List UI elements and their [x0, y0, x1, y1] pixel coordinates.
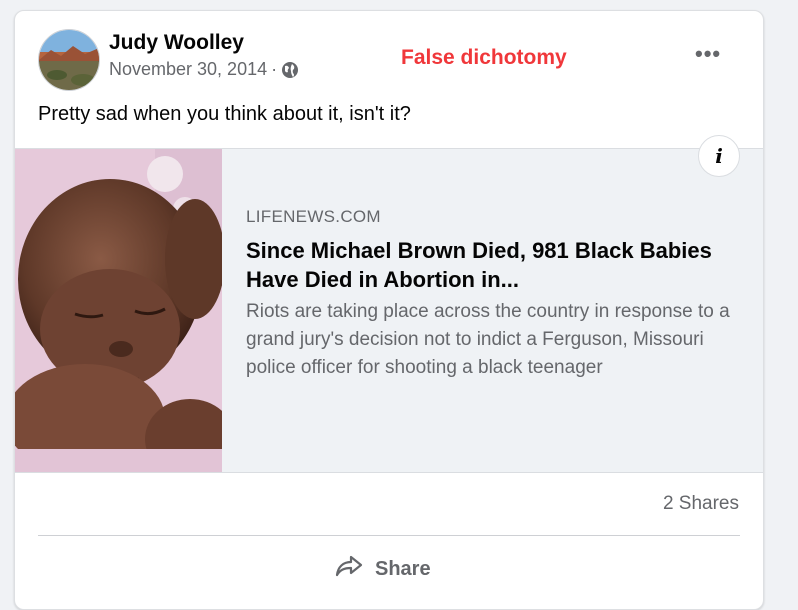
- post-card: Judy Woolley November 30, 2014 · False d…: [14, 10, 764, 610]
- info-icon[interactable]: i: [698, 135, 740, 177]
- link-description: Riots are taking place across the countr…: [246, 301, 730, 378]
- post-date[interactable]: November 30, 2014: [109, 59, 267, 80]
- link-thumbnail[interactable]: [15, 149, 222, 472]
- avatar[interactable]: [38, 29, 100, 91]
- post-text: Pretty sad when you think about it, isn'…: [38, 103, 411, 125]
- globe-icon: [281, 61, 299, 79]
- link-title[interactable]: Since Michael Brown Died, 981 Black Babi…: [246, 236, 736, 294]
- divider: [38, 535, 740, 536]
- share-icon: [335, 554, 363, 584]
- link-preview[interactable]: LIFENEWS.COM Since Michael Brown Died, 9…: [15, 148, 763, 473]
- link-text-block[interactable]: LIFENEWS.COM Since Michael Brown Died, 9…: [246, 207, 736, 382]
- post-meta: November 30, 2014 ·: [109, 59, 299, 80]
- link-domain: LIFENEWS.COM: [246, 207, 381, 226]
- more-options-icon[interactable]: •••: [695, 41, 721, 67]
- author-name[interactable]: Judy Woolley: [109, 31, 244, 55]
- annotation-label: False dichotomy: [401, 46, 567, 69]
- share-label: Share: [375, 557, 431, 580]
- shares-count[interactable]: 2 Shares: [663, 493, 739, 515]
- meta-separator: ·: [271, 59, 278, 79]
- share-button[interactable]: Share: [335, 554, 431, 584]
